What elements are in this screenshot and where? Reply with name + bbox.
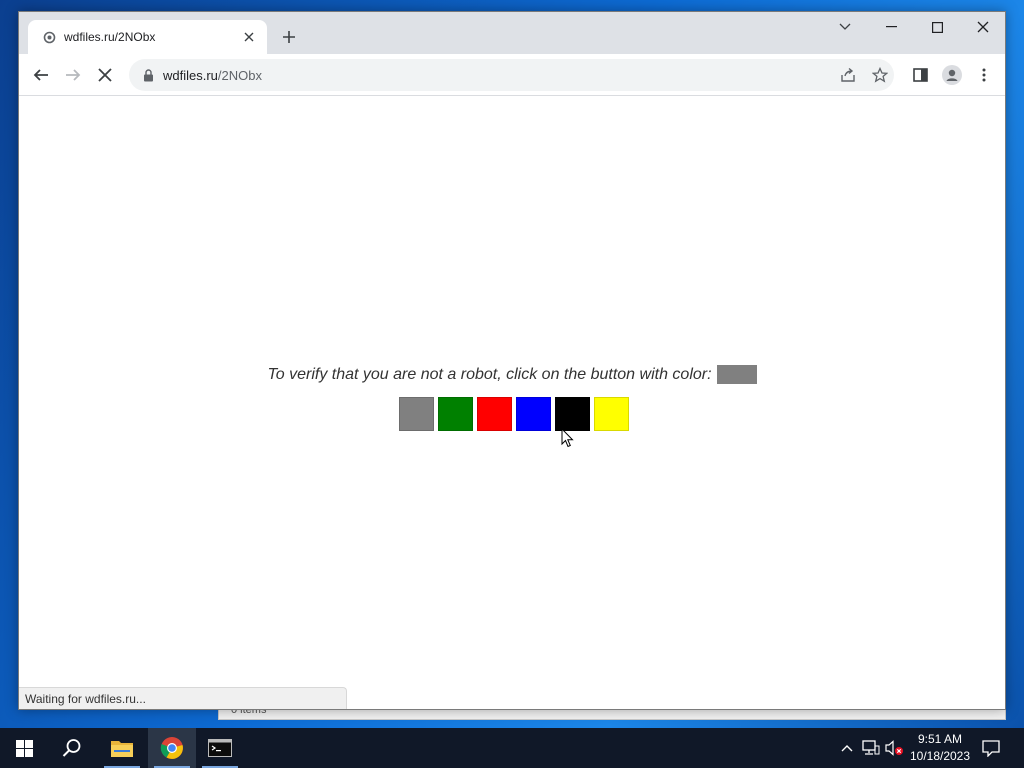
file-explorer-icon[interactable]	[98, 728, 146, 768]
address-bar[interactable]: wdfiles.ru/2NObx	[129, 59, 894, 91]
loading-favicon-icon	[42, 30, 56, 44]
color-button-red[interactable]	[477, 397, 512, 431]
browser-toolbar: wdfiles.ru/2NObx	[19, 54, 1005, 96]
back-arrow-icon[interactable]	[27, 61, 55, 89]
share-icon[interactable]	[834, 61, 862, 89]
mouse-pointer-icon	[561, 428, 574, 448]
tab-strip: wdfiles.ru/2NObx	[19, 12, 1005, 54]
taskbar: 9:51 AM 10/18/2023	[0, 728, 1024, 768]
color-button-black[interactable]	[555, 397, 590, 431]
chrome-icon[interactable]	[148, 728, 196, 768]
url-host: wdfiles.ru	[163, 67, 218, 83]
system-clock[interactable]: 9:51 AM 10/18/2023	[905, 731, 975, 765]
loading-status-text: Waiting for wdfiles.ru...	[19, 687, 347, 709]
tab-active[interactable]: wdfiles.ru/2NObx	[28, 20, 267, 54]
bookmark-star-icon[interactable]	[866, 61, 894, 89]
tab-title: wdfiles.ru/2NObx	[64, 30, 156, 44]
maximize-icon[interactable]	[914, 12, 960, 42]
page-content: To verify that you are not a robot, clic…	[19, 97, 1005, 709]
captcha-prompt-text: To verify that you are not a robot, clic…	[267, 365, 712, 383]
chevron-up-icon[interactable]	[837, 738, 857, 758]
browser-window: wdfiles.ru/2NObx wdfiles.ru/2NObx To ver…	[18, 11, 1006, 710]
url-text[interactable]: wdfiles.ru/2NObx	[163, 68, 262, 83]
close-window-icon[interactable]	[960, 12, 1006, 42]
color-button-green[interactable]	[438, 397, 473, 431]
color-button-row	[399, 397, 629, 431]
tab-search-chevron-icon[interactable]	[822, 12, 868, 42]
clock-date: 10/18/2023	[909, 749, 971, 763]
terminal-icon[interactable]	[196, 728, 244, 768]
tab-close-icon[interactable]	[241, 29, 257, 45]
minimize-icon[interactable]	[868, 12, 914, 42]
stop-loading-icon[interactable]	[91, 61, 119, 89]
target-color-swatch	[716, 365, 757, 384]
captcha-prompt: To verify that you are not a robot, clic…	[19, 365, 1005, 384]
clock-time: 9:51 AM	[917, 732, 963, 746]
notifications-icon[interactable]	[981, 738, 1001, 758]
lock-icon[interactable]	[141, 68, 155, 82]
new-tab-plus-icon[interactable]	[277, 25, 301, 49]
volume-muted-icon[interactable]	[885, 738, 905, 758]
search-icon[interactable]	[48, 728, 96, 768]
kebab-menu-icon[interactable]	[970, 61, 998, 89]
side-panel-icon[interactable]	[906, 61, 934, 89]
color-button-blue[interactable]	[516, 397, 551, 431]
url-path: /2NObx	[217, 67, 262, 83]
color-button-gray[interactable]	[399, 397, 434, 431]
color-button-yellow[interactable]	[594, 397, 629, 431]
network-icon[interactable]	[861, 738, 881, 758]
forward-arrow-icon[interactable]	[59, 61, 87, 89]
profile-avatar-icon[interactable]	[938, 61, 966, 89]
start-icon[interactable]	[0, 728, 48, 768]
